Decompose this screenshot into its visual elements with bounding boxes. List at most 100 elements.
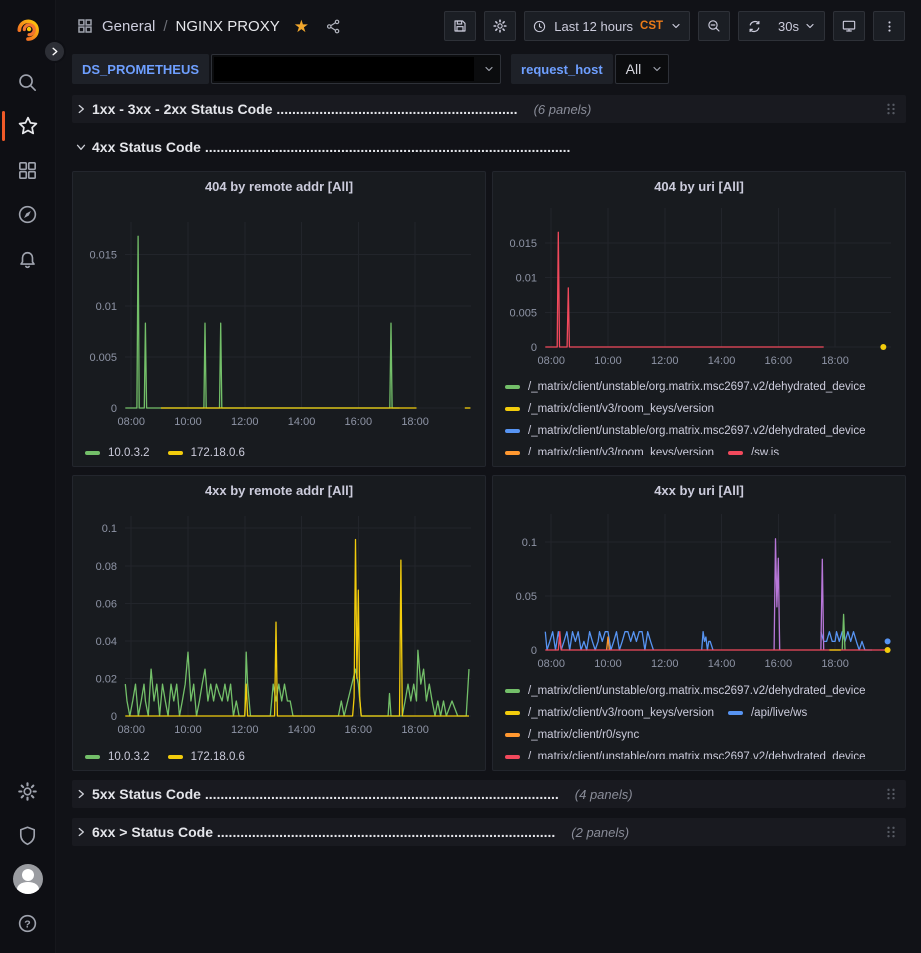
chart-legend: 10.0.3.2 172.18.0.6	[81, 441, 477, 462]
panel-title[interactable]: 404 by remote addr [All]	[81, 172, 477, 200]
row-4xx-status-code[interactable]: 4xx Status Code ........................…	[72, 133, 906, 161]
gear-icon	[16, 780, 39, 803]
svg-text:08:00: 08:00	[537, 658, 565, 670]
legend-item[interactable]: 10.0.3.2	[85, 748, 150, 766]
time-range-picker[interactable]: Last 12 hours CST	[524, 11, 690, 41]
zoom-out-button[interactable]	[698, 11, 730, 41]
dashboard-body: 1xx - 3xx - 2xx Status Code ............…	[56, 92, 921, 953]
svg-text:18:00: 18:00	[401, 416, 429, 428]
row-6xx-status-code[interactable]: 6xx > Status Code ......................…	[72, 818, 906, 846]
svg-text:08:00: 08:00	[117, 416, 145, 428]
search-icon	[16, 71, 39, 94]
legend-item[interactable]: /_matrix/client/unstable/org.matrix.msc2…	[505, 682, 866, 700]
legend-swatch	[505, 689, 520, 693]
legend-item[interactable]: /_matrix/client/v3/room_keys/version	[505, 704, 714, 722]
refresh-button[interactable]	[739, 12, 770, 40]
sidebar-item-configuration[interactable]	[0, 769, 56, 813]
save-icon	[452, 18, 468, 34]
datasource-variable-label[interactable]: DS_PROMETHEUS	[72, 54, 209, 84]
svg-text:0.05: 0.05	[516, 591, 537, 603]
row-panel-count: (2 panels)	[571, 825, 629, 840]
svg-text:16:00: 16:00	[765, 658, 793, 670]
breadcrumb-folder[interactable]: General	[102, 18, 155, 35]
time-series-chart[interactable]: 08:0010:0012:0014:0016:0018:0000.050.1	[501, 504, 897, 679]
time-series-chart[interactable]: 08:0010:0012:0014:0016:0018:0000.020.040…	[81, 504, 477, 745]
redacted-value	[214, 57, 474, 81]
expand-sidebar-button[interactable]	[43, 40, 66, 63]
refresh-interval-picker[interactable]: 30s	[770, 12, 824, 40]
chevron-down-icon	[804, 20, 816, 32]
legend-item[interactable]: /sw.js	[728, 444, 779, 455]
row-title: 6xx > Status Code ......................…	[92, 824, 555, 840]
cycle-view-mode-button[interactable]	[833, 11, 865, 41]
sidebar-item-alerting[interactable]	[0, 236, 56, 280]
compass-icon	[16, 203, 39, 226]
svg-text:0: 0	[531, 645, 537, 657]
svg-text:12:00: 12:00	[231, 724, 259, 736]
dashboard-toolbar: Last 12 hours CST	[444, 11, 905, 41]
time-range-label: Last 12 hours	[554, 19, 633, 34]
favorite-star-icon[interactable]: ★	[294, 18, 309, 35]
monitor-icon	[841, 18, 857, 34]
sidebar-item-search[interactable]	[0, 60, 56, 104]
sidebar-item-help[interactable]: ?	[0, 901, 56, 945]
row-5xx-status-code[interactable]: 5xx Status Code ........................…	[72, 780, 906, 808]
sidebar-item-starred[interactable]	[0, 104, 56, 148]
kebab-menu-icon	[882, 19, 897, 34]
dashboards-grid-icon	[16, 159, 39, 182]
chevron-right-icon	[49, 46, 60, 57]
panel-title[interactable]: 404 by uri [All]	[501, 172, 897, 200]
legend-label: /_matrix/client/unstable/org.matrix.msc2…	[528, 422, 866, 440]
legend-item[interactable]: 10.0.3.2	[85, 444, 150, 462]
panel-title[interactable]: 4xx by uri [All]	[501, 476, 897, 504]
row-panel-count: (4 panels)	[575, 787, 633, 802]
gear-icon	[492, 18, 508, 34]
row-drag-handle[interactable]	[881, 783, 901, 805]
grafana-logo-icon	[15, 15, 41, 41]
legend-item[interactable]: /_matrix/client/v3/room_keys/version	[505, 400, 714, 418]
legend-item[interactable]: 172.18.0.6	[168, 748, 245, 766]
row-title: 4xx Status Code ........................…	[92, 139, 570, 155]
share-icon[interactable]	[325, 18, 342, 35]
more-options-button[interactable]	[873, 11, 905, 41]
time-series-chart[interactable]: 08:0010:0012:0014:0016:0018:0000.0050.01…	[81, 200, 477, 441]
sidebar-item-dashboards[interactable]	[0, 148, 56, 192]
time-series-chart[interactable]: 08:0010:0012:0014:0016:0018:0000.0050.01…	[501, 200, 897, 375]
datasource-variable-select[interactable]	[211, 54, 501, 84]
legend-item[interactable]: /_matrix/client/v3/room_keys/version	[505, 444, 714, 455]
chevron-down-icon	[651, 63, 663, 75]
svg-text:?: ?	[24, 918, 30, 930]
legend-item[interactable]: /_matrix/client/unstable/org.matrix.msc2…	[505, 378, 866, 396]
legend-item[interactable]: /api/live/ws	[728, 704, 807, 722]
svg-text:0: 0	[111, 403, 117, 415]
panel-grid: 404 by remote addr [All] 08:0010:0012:00…	[72, 171, 906, 771]
request-host-variable-label[interactable]: request_host	[511, 54, 613, 84]
row-drag-handle[interactable]	[881, 98, 901, 120]
row-drag-handle[interactable]	[881, 821, 901, 843]
main-area: General / NGINX PROXY ★	[56, 0, 921, 953]
legend-label: /_matrix/client/unstable/org.matrix.msc2…	[528, 682, 866, 700]
breadcrumb-separator: /	[163, 18, 167, 35]
legend-swatch	[505, 755, 520, 759]
row-1xx-3xx-2xx-status-code[interactable]: 1xx - 3xx - 2xx Status Code ............…	[72, 95, 906, 123]
legend-label: /_matrix/client/r0/sync	[528, 726, 639, 744]
save-dashboard-button[interactable]	[444, 11, 476, 41]
legend-label: 10.0.3.2	[108, 444, 150, 462]
legend-swatch	[505, 733, 520, 737]
breadcrumb: General / NGINX PROXY ★	[76, 17, 342, 35]
sidebar-item-server-admin[interactable]	[0, 813, 56, 857]
legend-item[interactable]: /_matrix/client/unstable/org.matrix.msc2…	[505, 422, 866, 440]
legend-item[interactable]: /_matrix/client/r0/sync	[505, 726, 639, 744]
legend-item[interactable]: 172.18.0.6	[168, 444, 245, 462]
panel-title[interactable]: 4xx by remote addr [All]	[81, 476, 477, 504]
dashboard-settings-button[interactable]	[484, 11, 516, 41]
sidebar-item-explore[interactable]	[0, 192, 56, 236]
legend-item[interactable]: /_matrix/client/unstable/org.matrix.msc2…	[505, 748, 866, 759]
row-title: 5xx Status Code ........................…	[92, 786, 559, 802]
panel-404-by-remote-addr: 404 by remote addr [All] 08:0010:0012:00…	[72, 171, 486, 467]
request-host-value: All	[626, 61, 642, 77]
svg-text:10:00: 10:00	[594, 355, 622, 367]
svg-text:16:00: 16:00	[765, 355, 793, 367]
request-host-variable-select[interactable]: All	[615, 54, 669, 84]
sidebar-item-profile[interactable]	[0, 857, 56, 901]
